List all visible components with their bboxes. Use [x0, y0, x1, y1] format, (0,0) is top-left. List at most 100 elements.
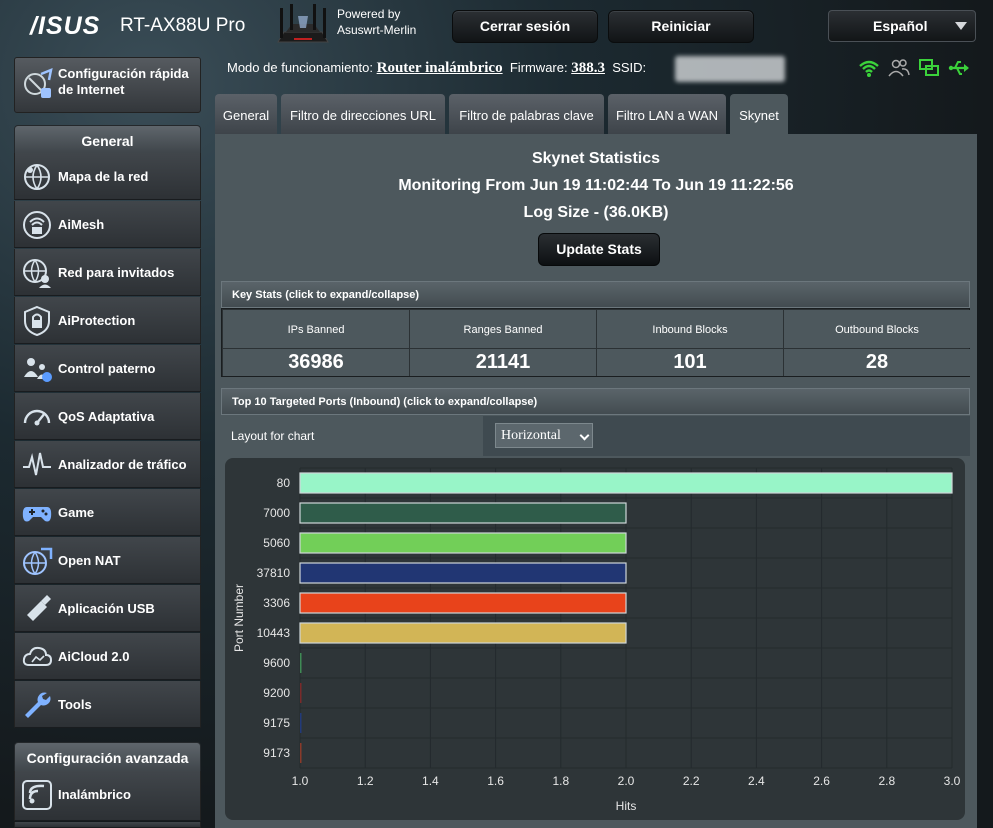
- top-ports-chart: 1.0 1.2 1.4 1.6 1.8 2.0 2.2 2.4 2.6 2.8 3.0 80 7000 5…: [232, 467, 961, 813]
- firmware-value-link[interactable]: 388.3: [571, 60, 605, 76]
- skynet-title: Skynet Statistics: [531, 150, 661, 167]
- y-tick-label: 9175: [263, 716, 290, 730]
- x-tick-label: 2.0: [618, 774, 635, 788]
- y-tick-label: 9200: [263, 686, 290, 700]
- y-tick-label: 80: [277, 476, 291, 490]
- bar: [299, 562, 627, 584]
- top-header: /ISUS RT-AX88U Pro Powered by Asuswrt-Me…: [0, 0, 993, 52]
- ssid-redacted: [675, 56, 785, 82]
- x-tick-label: 1.6: [487, 774, 504, 788]
- x-tick-label: 2.8: [878, 774, 895, 788]
- x-axis-label: Hits: [616, 799, 637, 813]
- key-stats-table: IPs Banned Ranges Banned Inbound Blocks …: [221, 308, 970, 377]
- sidebar-item-label: AiMesh: [58, 216, 105, 232]
- usb-status-icon[interactable]: [948, 58, 970, 78]
- tab-skynet[interactable]: Skynet: [730, 94, 788, 134]
- layout-row: Layout for chart Horizontal: [221, 416, 970, 456]
- shield-lock-icon: [24, 305, 50, 337]
- y-tick-label: 37810: [257, 566, 291, 580]
- sidebar-item-guest-network[interactable]: Red para invitados: [14, 249, 201, 296]
- quick-setup-label: Configuración rápida de Internet: [58, 66, 189, 97]
- stat-label-inbound-blocks: Inbound Blocks: [597, 310, 783, 348]
- sidebar-item-label: QoS Adaptativa: [58, 408, 155, 424]
- sidebar-item-wrench[interactable]: Tools: [14, 681, 201, 728]
- y-tick-label: 5060: [263, 536, 290, 550]
- sidebar-item-label: Analizador de tráfico: [58, 456, 187, 472]
- sidebar-item-cloud[interactable]: AiCloud 2.0: [14, 633, 201, 680]
- layout-select[interactable]: Horizontal: [495, 423, 593, 448]
- general-section-title: General: [14, 125, 201, 155]
- sidebar-item-label: Mapa de la red: [58, 168, 149, 184]
- sidebar-item-usb-app[interactable]: Aplicación USB: [14, 585, 201, 632]
- clients-status-icon[interactable]: [888, 58, 910, 78]
- sidebar-item-label: AiProtection: [58, 312, 136, 328]
- sidebar-item-wireless[interactable]: Inalámbrico: [14, 771, 201, 821]
- aimesh-icon: [23, 211, 51, 239]
- powered-line1: Powered by: [337, 7, 401, 21]
- tab-keyword-filter[interactable]: Filtro de palabras clave: [449, 94, 604, 134]
- sidebar-item-gamepad[interactable]: Game: [14, 489, 201, 536]
- bar: [299, 472, 953, 494]
- sidebar-item-label: Inalámbrico: [58, 786, 131, 802]
- x-tick-label: 1.0: [292, 774, 309, 788]
- quick-internet-setup-button[interactable]: Configuración rápida de Internet: [14, 57, 201, 113]
- x-tick-label: 3.0: [944, 774, 961, 788]
- ssid-label: SSID:: [612, 60, 647, 75]
- sidebar-item-open-nat[interactable]: Open NAT: [14, 537, 201, 584]
- network-status-icon[interactable]: [918, 58, 940, 78]
- cloud-icon: [22, 646, 53, 666]
- layout-select-value: Horizontal: [501, 428, 561, 443]
- x-tick-label: 1.4: [422, 774, 439, 788]
- y-tick-label: 3306: [263, 596, 290, 610]
- top-ports-header[interactable]: Top 10 Targeted Ports (Inbound) (click t…: [221, 388, 970, 415]
- sidebar-item-label: AiCloud 2.0: [58, 648, 130, 664]
- chart-container: 1.0 1.2 1.4 1.6 1.8 2.0 2.2 2.4 2.6 2.8 3.0 80 7000 5…: [221, 456, 970, 822]
- logout-button[interactable]: Cerrar sesión: [452, 10, 598, 43]
- stat-value-outbound-blocks: 28: [784, 349, 970, 376]
- language-value: Español: [873, 18, 928, 34]
- layout-label: Layout for chart: [221, 416, 483, 456]
- mode-value-link[interactable]: Router inalámbrico: [377, 60, 503, 76]
- sidebar-item-parental-control[interactable]: Control paterno: [14, 345, 201, 392]
- language-select[interactable]: Español: [828, 10, 976, 42]
- sidebar-item-speedometer[interactable]: QoS Adaptativa: [14, 393, 201, 440]
- bar: [299, 532, 627, 554]
- sidebar-item-traffic-analyzer[interactable]: Analizador de tráfico: [14, 441, 201, 488]
- sidebar-item-next[interactable]: [14, 822, 201, 828]
- stat-value-ranges-banned: 21141: [410, 349, 596, 376]
- sidebar-item-label: Control paterno: [58, 360, 156, 376]
- sidebar-item-network-map[interactable]: Mapa de la red: [14, 153, 201, 200]
- sidebar-item-label: Red para invitados: [58, 264, 175, 280]
- y-tick-label: 7000: [263, 506, 290, 520]
- wifi-status-icon[interactable]: [858, 58, 880, 78]
- x-tick-label: 1.8: [552, 774, 569, 788]
- network-map-icon: [24, 164, 50, 190]
- tab-general[interactable]: General: [215, 94, 277, 134]
- open-nat-icon: [23, 547, 53, 575]
- bar: [299, 622, 627, 644]
- tab-url-filter[interactable]: Filtro de direcciones URL: [281, 94, 445, 134]
- sidebar-item-shield-lock[interactable]: AiProtection: [14, 297, 201, 344]
- x-tick-label: 2.2: [683, 774, 700, 788]
- bar: [299, 592, 627, 614]
- sidebar-item-label: Tools: [58, 696, 92, 712]
- gamepad-icon: [22, 507, 52, 522]
- x-tick-label: 2.6: [813, 774, 830, 788]
- powered-by-text: Powered by Asuswrt-Merlin: [337, 6, 416, 38]
- usb-app-icon: [27, 595, 51, 621]
- tab-lan-wan-filter[interactable]: Filtro LAN a WAN: [608, 94, 726, 134]
- y-axis-label: Port Number: [232, 584, 246, 652]
- reboot-button[interactable]: Reiniciar: [608, 10, 754, 43]
- sidebar-item-aimesh[interactable]: AiMesh: [14, 201, 201, 248]
- key-stats-header[interactable]: Key Stats (click to expand/collapse): [221, 281, 970, 308]
- firmware-label: Firmware:: [509, 60, 568, 75]
- brand-logo[interactable]: /ISUS: [30, 12, 100, 41]
- stat-label-ranges-banned: Ranges Banned: [410, 310, 596, 348]
- chevron-down-icon: [955, 22, 967, 30]
- bar: [300, 713, 302, 733]
- powered-line2: Asuswrt-Merlin: [337, 23, 417, 37]
- sidebar-item-label: Game: [58, 504, 95, 520]
- router-icon: [277, 4, 329, 43]
- update-stats-button[interactable]: Update Stats: [538, 233, 660, 266]
- quick-setup-icon: [24, 68, 53, 98]
